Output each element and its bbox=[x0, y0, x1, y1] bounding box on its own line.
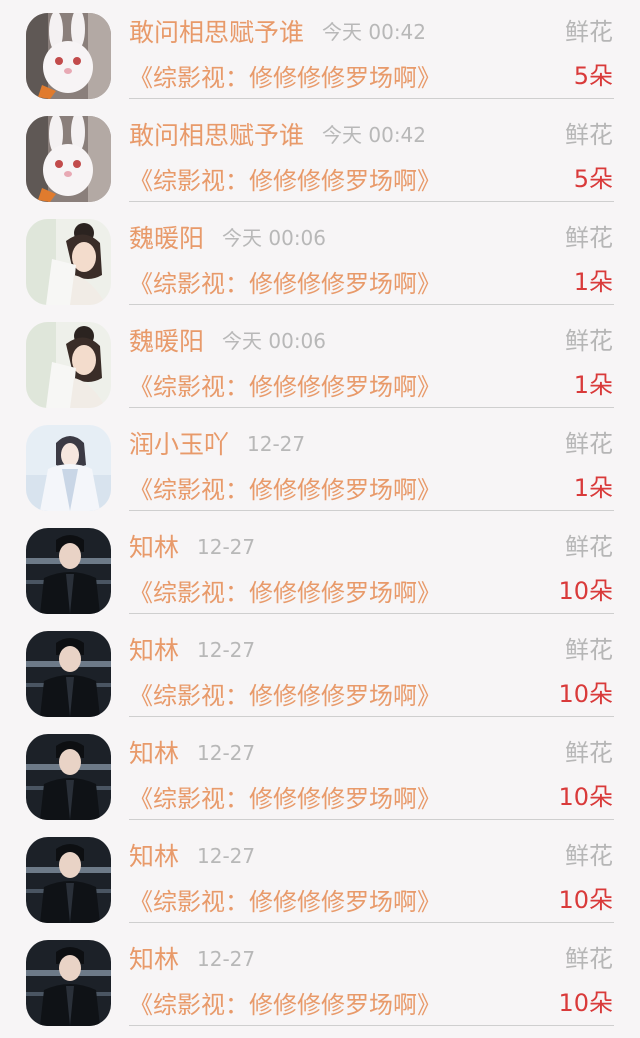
list-item[interactable]: 知林 12-27 鲜花 《综影视：修修修修罗场啊》 10朵 bbox=[0, 824, 640, 926]
sender-name[interactable]: 知林 12-27 bbox=[129, 735, 255, 772]
work-title[interactable]: 《综影视：修修修修罗场啊》 bbox=[129, 266, 441, 302]
send-time: 12-27 bbox=[197, 741, 256, 765]
gift-type: 鲜花 bbox=[565, 739, 613, 767]
sender-name[interactable]: 知林 12-27 bbox=[129, 941, 255, 978]
row-divider bbox=[129, 716, 614, 717]
row-divider bbox=[129, 201, 614, 202]
send-time: 今天 00:42 bbox=[322, 123, 427, 147]
row-divider bbox=[129, 922, 614, 923]
list-item[interactable]: 魏暖阳 今天 00:06 鲜花 《综影视：修修修修罗场啊》 1朵 bbox=[0, 309, 640, 411]
gift-type: 鲜花 bbox=[565, 224, 613, 252]
list-item[interactable]: 魏暖阳 今天 00:06 鲜花 《综影视：修修修修罗场啊》 1朵 bbox=[0, 206, 640, 308]
sender-name[interactable]: 知林 12-27 bbox=[129, 838, 255, 875]
list-item[interactable]: 敢问相思赋予谁 今天 00:42 鲜花 《综影视：修修修修罗场啊》 5朵 bbox=[0, 0, 640, 102]
gift-record-list: 敢问相思赋予谁 今天 00:42 鲜花 《综影视：修修修修罗场啊》 5朵 敢问相思… bbox=[0, 0, 640, 1038]
gift-count: 1朵 bbox=[573, 371, 613, 399]
gift-count: 1朵 bbox=[573, 474, 613, 502]
send-time: 今天 00:42 bbox=[322, 20, 427, 44]
work-title[interactable]: 《综影视：修修修修罗场啊》 bbox=[129, 781, 441, 817]
man-avatar-icon[interactable] bbox=[26, 528, 111, 614]
gift-count: 10朵 bbox=[558, 886, 613, 914]
sender-name[interactable]: 润小玉吖 12-27 bbox=[129, 426, 305, 463]
list-item[interactable]: 知林 12-27 鲜花 《综影视：修修修修罗场啊》 10朵 bbox=[0, 618, 640, 720]
row-divider bbox=[129, 819, 614, 820]
gift-count: 10朵 bbox=[558, 577, 613, 605]
send-time: 12-27 bbox=[197, 844, 256, 868]
sender-name[interactable]: 知林 12-27 bbox=[129, 529, 255, 566]
rabbit-avatar-icon[interactable] bbox=[26, 13, 111, 99]
work-title[interactable]: 《综影视：修修修修罗场啊》 bbox=[129, 369, 441, 405]
row-divider bbox=[129, 407, 614, 408]
gift-type: 鲜花 bbox=[565, 636, 613, 664]
rabbit-avatar-icon[interactable] bbox=[26, 116, 111, 202]
sender-name[interactable]: 魏暖阳 今天 00:06 bbox=[129, 220, 326, 257]
gift-count: 10朵 bbox=[558, 680, 613, 708]
sender-name[interactable]: 知林 12-27 bbox=[129, 632, 255, 669]
row-divider bbox=[129, 98, 614, 99]
gift-type: 鲜花 bbox=[565, 842, 613, 870]
sender-name[interactable]: 魏暖阳 今天 00:06 bbox=[129, 323, 326, 360]
man-avatar-icon[interactable] bbox=[26, 837, 111, 923]
man-avatar-icon[interactable] bbox=[26, 940, 111, 1026]
row-divider bbox=[129, 510, 614, 511]
gift-type: 鲜花 bbox=[565, 533, 613, 561]
list-item[interactable]: 润小玉吖 12-27 鲜花 《综影视：修修修修罗场啊》 1朵 bbox=[0, 412, 640, 514]
work-title[interactable]: 《综影视：修修修修罗场啊》 bbox=[129, 163, 441, 199]
work-title[interactable]: 《综影视：修修修修罗场啊》 bbox=[129, 60, 441, 96]
send-time: 12-27 bbox=[197, 535, 256, 559]
row-divider bbox=[129, 613, 614, 614]
list-item[interactable]: 知林 12-27 鲜花 《综影视：修修修修罗场啊》 10朵 bbox=[0, 515, 640, 617]
gift-type: 鲜花 bbox=[565, 327, 613, 355]
send-time: 今天 00:06 bbox=[222, 329, 327, 353]
man-avatar-icon[interactable] bbox=[26, 631, 111, 717]
work-title[interactable]: 《综影视：修修修修罗场啊》 bbox=[129, 575, 441, 611]
send-time: 12-27 bbox=[197, 638, 256, 662]
gift-count: 1朵 bbox=[573, 268, 613, 296]
gift-type: 鲜花 bbox=[565, 430, 613, 458]
sender-name[interactable]: 敢问相思赋予谁 今天 00:42 bbox=[129, 117, 426, 154]
row-divider bbox=[129, 1025, 614, 1026]
work-title[interactable]: 《综影视：修修修修罗场啊》 bbox=[129, 987, 441, 1023]
row-divider bbox=[129, 304, 614, 305]
costume-avatar-icon[interactable] bbox=[26, 425, 111, 511]
work-title[interactable]: 《综影视：修修修修罗场啊》 bbox=[129, 884, 441, 920]
send-time: 今天 00:06 bbox=[222, 226, 327, 250]
send-time: 12-27 bbox=[197, 947, 256, 971]
man-avatar-icon[interactable] bbox=[26, 734, 111, 820]
list-item[interactable]: 敢问相思赋予谁 今天 00:42 鲜花 《综影视：修修修修罗场啊》 5朵 bbox=[0, 103, 640, 205]
girl-avatar-icon[interactable] bbox=[26, 219, 111, 305]
gift-count: 10朵 bbox=[558, 783, 613, 811]
gift-count: 5朵 bbox=[573, 165, 613, 193]
work-title[interactable]: 《综影视：修修修修罗场啊》 bbox=[129, 678, 441, 714]
gift-type: 鲜花 bbox=[565, 945, 613, 973]
list-item[interactable]: 知林 12-27 鲜花 《综影视：修修修修罗场啊》 10朵 bbox=[0, 721, 640, 823]
gift-count: 10朵 bbox=[558, 989, 613, 1017]
gift-type: 鲜花 bbox=[565, 121, 613, 149]
work-title[interactable]: 《综影视：修修修修罗场啊》 bbox=[129, 472, 441, 508]
gift-count: 5朵 bbox=[573, 62, 613, 90]
send-time: 12-27 bbox=[247, 432, 306, 456]
girl-avatar-icon[interactable] bbox=[26, 322, 111, 408]
sender-name[interactable]: 敢问相思赋予谁 今天 00:42 bbox=[129, 14, 426, 51]
gift-type: 鲜花 bbox=[565, 18, 613, 46]
list-item[interactable]: 知林 12-27 鲜花 《综影视：修修修修罗场啊》 10朵 bbox=[0, 927, 640, 1029]
